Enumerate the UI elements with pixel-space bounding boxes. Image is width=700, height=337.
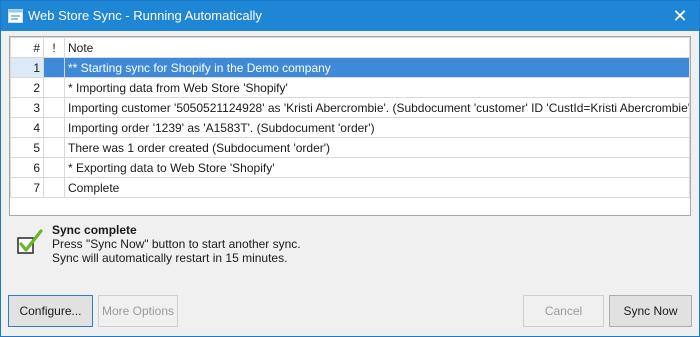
column-header-number[interactable]: #	[10, 37, 44, 58]
table-row[interactable]: 3 Importing customer '5050521124928' as …	[10, 97, 690, 118]
table-row[interactable]: 7 Complete	[10, 177, 690, 198]
column-header-note[interactable]: Note	[64, 37, 690, 58]
status-title: Sync complete	[52, 223, 137, 237]
status-panel: Sync complete Press "Sync Now" button to…	[1, 217, 699, 287]
column-header-flag[interactable]: !	[43, 37, 65, 58]
row-note: Complete	[64, 177, 690, 198]
row-flag	[43, 77, 65, 98]
row-flag	[43, 177, 65, 198]
row-number: 2	[10, 77, 44, 98]
table-row[interactable]: 2 * Importing data from Web Store 'Shopi…	[10, 77, 690, 98]
row-number: 3	[10, 97, 44, 118]
row-number: 1	[10, 57, 44, 78]
row-number: 5	[10, 137, 44, 158]
cancel-button[interactable]: Cancel	[523, 295, 604, 327]
row-number: 6	[10, 157, 44, 178]
row-note: ** Starting sync for Shopify in the Demo…	[64, 57, 690, 78]
close-icon[interactable]: ✕	[669, 5, 691, 27]
log-table: # ! Note 1 ** Starting sync for Shopify …	[10, 37, 690, 198]
header-row: # ! Note	[10, 37, 690, 58]
table-row[interactable]: 1 ** Starting sync for Shopify in the De…	[10, 57, 690, 78]
configure-button[interactable]: Configure...	[8, 295, 93, 327]
row-number: 7	[10, 177, 44, 198]
row-number: 4	[10, 117, 44, 138]
row-note: Importing order '1239' as 'A1583T'. (Sub…	[64, 117, 690, 138]
app-icon	[8, 9, 23, 23]
row-flag	[43, 117, 65, 138]
row-flag	[43, 137, 65, 158]
row-note: Importing customer '5050521124928' as 'K…	[64, 97, 690, 118]
status-message: Press "Sync Now" button to start another…	[52, 237, 301, 251]
table-row[interactable]: 6 * Exporting data to Web Store 'Shopify…	[10, 157, 690, 178]
more-options-button[interactable]: More Options	[98, 295, 178, 327]
row-flag	[43, 57, 65, 78]
row-flag	[43, 97, 65, 118]
row-note: * Importing data from Web Store 'Shopify…	[64, 77, 690, 98]
table-row[interactable]: 4 Importing order '1239' as 'A1583T'. (S…	[10, 117, 690, 138]
window-title: Web Store Sync - Running Automatically	[28, 8, 262, 23]
checkbox-checked-icon	[17, 229, 43, 254]
table-row[interactable]: 5 There was 1 order created (Subdocument…	[10, 137, 690, 158]
sync-now-button[interactable]: Sync Now	[609, 295, 692, 327]
sync-window: Web Store Sync - Running Automatically ✕…	[0, 0, 700, 337]
title-bar[interactable]: Web Store Sync - Running Automatically ✕	[1, 1, 699, 31]
row-note: * Exporting data to Web Store 'Shopify'	[64, 157, 690, 178]
log-grid[interactable]: # ! Note 1 ** Starting sync for Shopify …	[9, 36, 691, 216]
status-restart-message: Sync will automatically restart in 15 mi…	[52, 251, 288, 265]
row-note: There was 1 order created (Subdocument '…	[64, 137, 690, 158]
row-flag	[43, 157, 65, 178]
